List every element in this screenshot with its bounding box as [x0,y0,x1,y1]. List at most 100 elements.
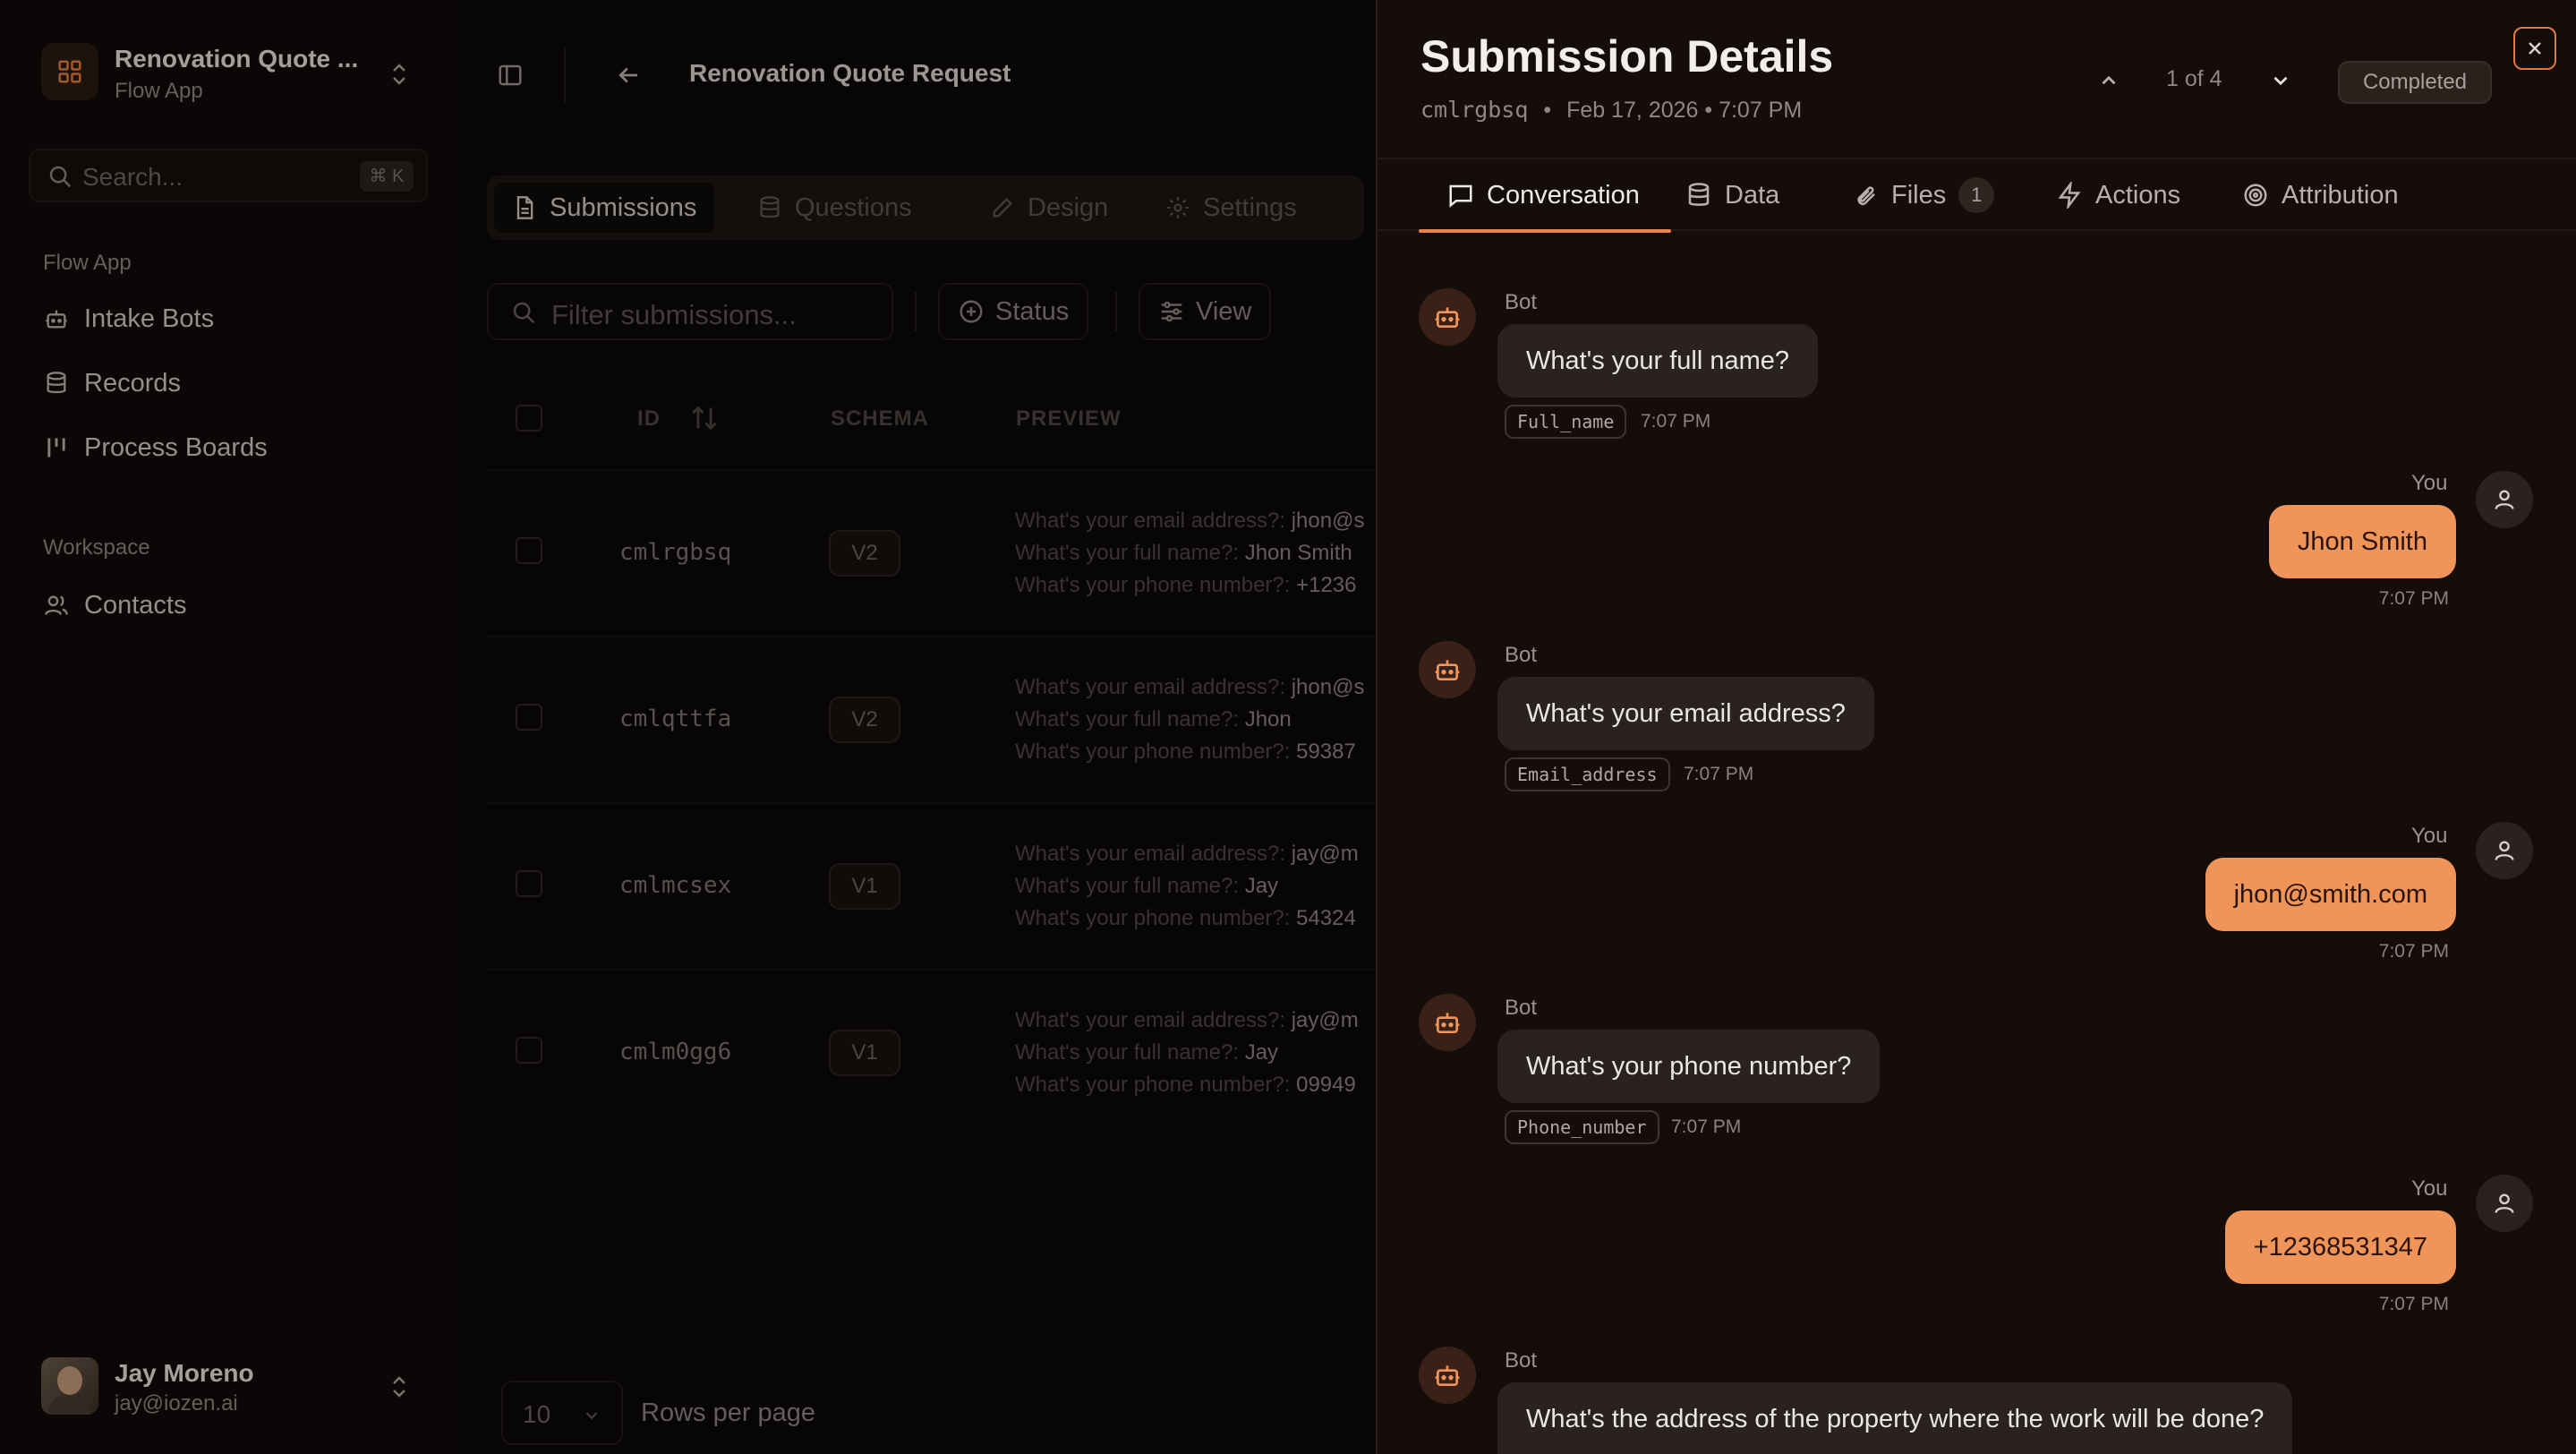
message-sender: You [2411,471,2448,495]
tab-label: Files [1891,180,1947,210]
app-switcher-chevron-icon[interactable] [388,61,410,88]
sidebar-item-process-boards[interactable]: Process Boards [43,426,268,469]
submission-counter: 1 of 4 [2166,66,2222,91]
plus-circle-icon [960,300,983,323]
sidebar-toggle-icon[interactable] [485,50,535,100]
row-id: cmlm0gg6 [619,1039,732,1065]
app-title[interactable]: Renovation Quote ... [115,45,358,73]
message-time: 7:07 PM [2378,1294,2449,1314]
search-shortcut: ⌘ K [360,161,414,192]
drawer-title: Submission Details [1420,31,1834,81]
back-arrow-icon[interactable] [603,50,653,100]
main-content: Renovation Quote Request Submissions Que… [456,0,1376,1454]
tab-actions[interactable]: Actions [2056,159,2180,231]
previous-submission-button[interactable] [2091,63,2127,98]
message-square-icon [1449,184,1472,208]
filter-placeholder: Filter submissions... [551,299,797,330]
bot-icon [1435,307,1460,328]
sidebar-item-label: Process Boards [84,432,268,462]
schema-badge: V2 [829,530,900,577]
pencil-icon [993,198,1012,218]
user-menu-chevron-icon[interactable] [388,1373,410,1400]
row-checkbox[interactable] [516,704,542,731]
tab-settings[interactable]: Settings [1147,183,1315,233]
sidebar-item-records[interactable]: Records [43,362,181,405]
message-time: 7:07 PM [1641,411,1711,432]
bot-avatar [1419,994,1476,1051]
status-badge: Completed [2338,61,2492,104]
variable-tag: Phone_number [1505,1110,1659,1144]
row-checkbox[interactable] [516,1037,542,1064]
tab-design[interactable]: Design [972,183,1126,233]
column-header-preview: PREVIEW [1016,406,1122,431]
rows-per-page-select[interactable]: 10 [501,1381,623,1445]
bot-icon [1435,1365,1460,1386]
view-options-label: View [1196,296,1252,326]
search-placeholder: Search... [82,163,183,191]
database-icon [43,370,70,397]
tab-label: Conversation [1487,180,1640,210]
user-name: Jay Moreno [115,1359,254,1387]
tab-files[interactable]: Files 1 [1852,159,1995,231]
user-avatar [2476,471,2533,528]
main-tabs: Submissions Questions Design Settings [487,175,1364,240]
tab-submissions[interactable]: Submissions [494,183,715,233]
tab-conversation[interactable]: Conversation [1419,159,1671,233]
message-sender: You [2411,824,2448,848]
submission-id: cmlrgbsq [1420,97,1529,123]
filter-submissions-input[interactable]: Filter submissions... [487,283,893,340]
column-header-schema: SCHEMA [831,406,930,431]
chevron-down-icon [585,1412,598,1420]
app-subtitle: Flow App [115,79,203,103]
tab-label: Questions [795,192,912,222]
sidebar: Renovation Quote ... Flow App Search... … [0,0,456,1454]
view-options-button[interactable]: View [1139,283,1272,340]
message-sender: Bot [1505,996,1538,1020]
zap-icon [2058,182,2081,209]
row-checkbox[interactable] [516,870,542,897]
app-background: Renovation Quote ... Flow App Search... … [0,0,1376,1454]
message-time: 7:07 PM [1684,764,1754,784]
row-checkbox[interactable] [516,537,542,564]
message-bubble: +12368531347 [2224,1210,2456,1284]
column-header-id[interactable]: ID [637,406,661,432]
tab-attribution[interactable]: Attribution [2242,159,2399,231]
chevron-up-icon [2102,75,2116,85]
tab-data[interactable]: Data [1685,159,1779,231]
row-id: cmlrgbsq [619,539,732,566]
message-sender: Bot [1505,643,1538,667]
user-icon [2495,1193,2514,1213]
message-bubble: jhon@smith.com [2205,858,2456,931]
database-icon [760,196,780,218]
user-email: jay@iozen.ai [115,1391,238,1416]
sidebar-item-contacts[interactable]: Contacts [43,584,186,627]
close-button[interactable] [2513,27,2556,70]
select-all-checkbox[interactable] [516,405,542,432]
section-label-workspace: Workspace [43,535,150,560]
sidebar-item-label: Intake Bots [84,304,215,333]
schema-badge: V1 [829,1030,900,1076]
files-count-badge: 1 [1958,177,1995,213]
bot-avatar [1419,288,1476,346]
schema-badge: V2 [829,697,900,743]
file-text-icon [516,196,533,219]
sidebar-item-intake-bots[interactable]: Intake Bots [43,297,214,340]
kanban-icon [43,434,70,461]
variable-tag: Email_address [1505,757,1670,791]
meta-separator: • [1543,98,1552,123]
tab-label: Settings [1203,192,1297,222]
sliders-icon [1161,301,1182,322]
next-submission-button[interactable] [2263,63,2299,98]
app-switcher-icon[interactable] [41,43,98,100]
tab-questions[interactable]: Questions [739,183,930,233]
search-icon [49,166,72,188]
sort-icon[interactable] [689,403,720,433]
rows-per-page-label: Rows per page [641,1398,816,1427]
bot-icon [43,305,70,332]
message-time: 7:07 PM [2378,588,2449,609]
status-filter-button[interactable]: Status [938,283,1089,340]
sidebar-item-label: Contacts [84,590,187,620]
sidebar-search[interactable]: Search... ⌘ K [29,149,428,202]
schema-badge: V1 [829,863,900,910]
chevron-down-icon [2273,76,2288,86]
